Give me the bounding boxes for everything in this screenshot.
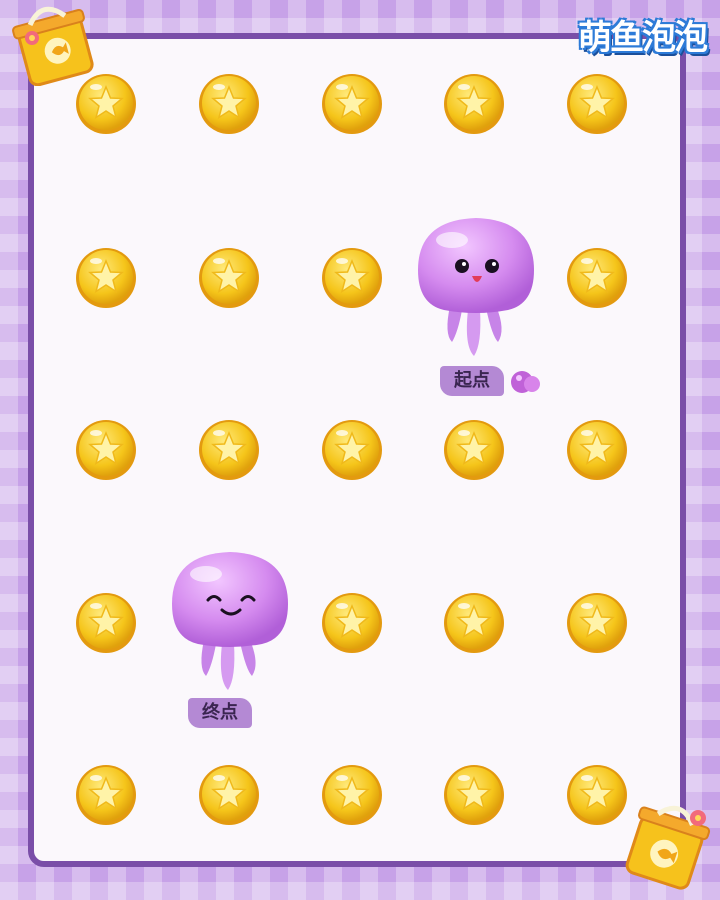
coin-star-icon[interactable] [443, 419, 505, 481]
coin-star-icon[interactable] [75, 764, 137, 826]
coin-star-icon[interactable] [443, 764, 505, 826]
coin-star-icon[interactable] [321, 592, 383, 654]
coin-star-icon[interactable] [75, 419, 137, 481]
coin-star-icon[interactable] [443, 73, 505, 135]
coin-star-icon[interactable] [321, 419, 383, 481]
game-logo: 萌鱼泡泡 [578, 18, 708, 58]
coin-star-icon[interactable] [566, 247, 628, 309]
coin-star-icon[interactable] [321, 764, 383, 826]
start-jellyfish[interactable] [412, 214, 540, 362]
start-label: 起点 [440, 366, 504, 396]
coin-star-icon[interactable] [566, 73, 628, 135]
coin-star-icon[interactable] [198, 419, 260, 481]
coin-star-icon[interactable] [75, 247, 137, 309]
coin-star-icon[interactable] [198, 764, 260, 826]
coin-star-icon[interactable] [75, 592, 137, 654]
coin-star-icon[interactable] [321, 73, 383, 135]
end-label: 终点 [188, 698, 252, 728]
purple-shell-icon [508, 368, 540, 396]
coin-star-icon[interactable] [566, 419, 628, 481]
coin-star-icon[interactable] [198, 247, 260, 309]
coin-star-icon[interactable] [443, 592, 505, 654]
end-jellyfish[interactable] [166, 548, 294, 696]
coin-star-icon[interactable] [198, 73, 260, 135]
shopping-bag-icon-bottom [616, 800, 716, 896]
coin-star-icon[interactable] [566, 592, 628, 654]
coin-star-icon[interactable] [75, 73, 137, 135]
coin-star-icon[interactable] [321, 247, 383, 309]
